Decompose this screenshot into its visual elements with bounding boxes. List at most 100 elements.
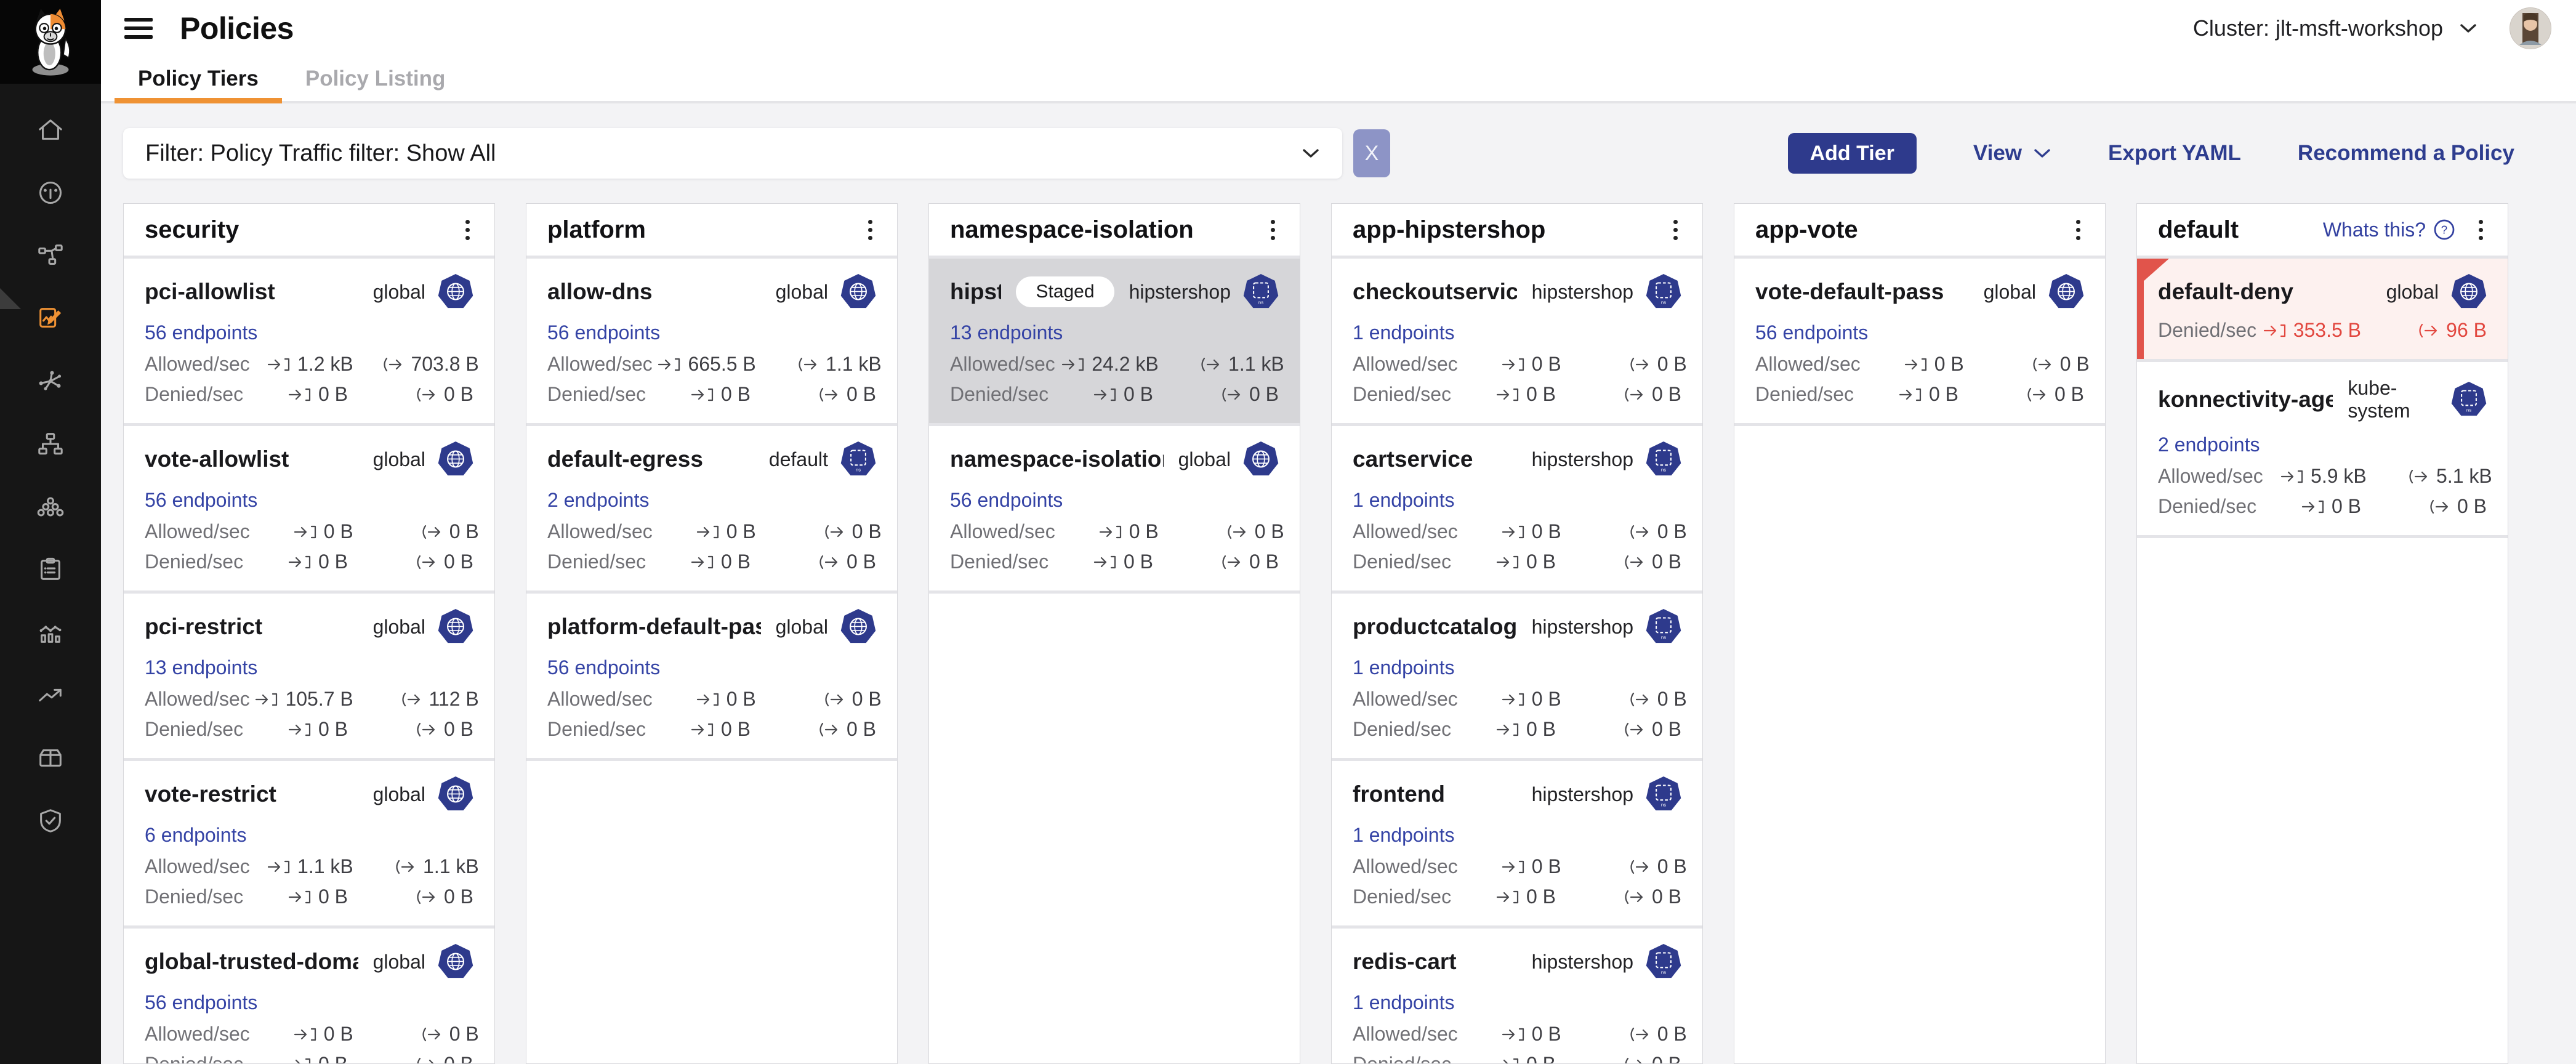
policy-card[interactable]: vote-default-pass global 56 endpoints Al… — [1734, 259, 2105, 423]
policy-card[interactable]: pci-allowlist global 56 endpoints Allowe… — [124, 259, 494, 423]
policy-scope: global — [373, 281, 425, 304]
namespace-badge-icon: ns — [1243, 273, 1279, 310]
policy-card[interactable]: vote-allowlist global 56 endpoints Allow… — [124, 426, 494, 590]
clear-filter-button[interactable]: X — [1353, 129, 1390, 177]
stat-label: Denied/sec — [2158, 319, 2256, 342]
policy-scope: global — [373, 616, 425, 639]
sidebar-item-endpoints-cluster[interactable] — [0, 493, 101, 521]
stat-in-value: 0 B — [1526, 718, 1556, 741]
egress-arrow-icon — [392, 858, 417, 876]
policy-card[interactable]: default-deny global Denied/sec 353.5 B 9… — [2137, 259, 2508, 359]
namespace-badge-icon: ns — [1646, 441, 1681, 478]
sidebar-item-policies[interactable] — [0, 304, 101, 332]
tier-menu-kebab-icon[interactable] — [862, 215, 879, 245]
policy-card[interactable]: platform-default-pass global 56 endpoint… — [526, 594, 897, 758]
tier-menu-kebab-icon[interactable] — [1667, 215, 1684, 245]
policy-card[interactable]: konnectivity-agent kube-system ns 2 endp… — [2137, 362, 2508, 535]
sidebar-item-flow-visualizations[interactable] — [0, 367, 101, 395]
policy-card[interactable]: allow-dns global 56 endpoints Allowed/se… — [526, 259, 897, 423]
sidebar-item-activity-charts[interactable] — [0, 618, 101, 647]
policy-card[interactable]: pci-restrict global 13 endpoints Allowed… — [124, 594, 494, 758]
stat-row: Allowed/sec 105.7 B 112 B — [145, 688, 473, 711]
endpoints-link[interactable]: 13 endpoints — [145, 656, 257, 679]
endpoints-link[interactable]: 1 endpoints — [1353, 656, 1454, 679]
tier-menu-kebab-icon[interactable] — [459, 215, 476, 245]
stat-in-value: 0 B — [721, 383, 751, 406]
policy-scope: global — [373, 951, 425, 973]
stat-in-value: 0 B — [318, 383, 348, 406]
stat-out-value: 0 B — [1652, 383, 1681, 406]
endpoints-link[interactable]: 56 endpoints — [547, 656, 660, 679]
tab-policy-listing[interactable]: Policy Listing — [282, 57, 469, 101]
policy-card[interactable]: hipstershop-gh… Staged hipstershop ns 13… — [929, 259, 1300, 423]
endpoints-link[interactable]: 13 endpoints — [950, 321, 1063, 344]
tier-menu-kebab-icon[interactable] — [2473, 215, 2489, 245]
endpoints-link[interactable]: 56 endpoints — [145, 991, 257, 1014]
sidebar-item-service-graph[interactable] — [0, 241, 101, 270]
endpoints-link[interactable]: 56 endpoints — [547, 321, 660, 344]
sidebar-item-home[interactable] — [0, 116, 101, 144]
cluster-label: Cluster: jlt-msft-workshop — [2193, 15, 2443, 41]
egress-arrow-icon — [2029, 356, 2054, 373]
egress-arrow-icon — [2415, 322, 2440, 339]
stat-label: Allowed/sec — [950, 520, 1055, 543]
tier-whats-this-link[interactable]: Whats this? ? — [2323, 219, 2455, 241]
view-menu-button[interactable]: View — [1973, 141, 2051, 166]
recommend-policy-button[interactable]: Recommend a Policy — [2298, 141, 2514, 166]
endpoints-link[interactable]: 56 endpoints — [950, 489, 1063, 512]
egress-stat: 0 B — [1986, 353, 2090, 376]
tier-name: namespace-isolation — [950, 216, 1194, 244]
ingress-arrow-icon — [690, 721, 715, 738]
stat-row: Denied/sec 0 B 0 B — [145, 550, 473, 573]
endpoints-link[interactable]: 56 endpoints — [1755, 321, 1868, 344]
sidebar-item-packet-capture[interactable] — [0, 744, 101, 772]
endpoints-link[interactable]: 2 endpoints — [2158, 433, 2260, 456]
tier-menu-kebab-icon[interactable] — [1265, 215, 1281, 245]
policy-card[interactable]: checkoutservice hipstershop ns 1 endpoin… — [1332, 259, 1702, 423]
policy-card[interactable]: redis-cart hipstershop ns 1 endpoints Al… — [1332, 929, 1702, 1063]
stat-in-value: 0 B — [1526, 885, 1556, 908]
stat-out-value: 0 B — [1249, 550, 1279, 573]
policy-card[interactable]: vote-restrict global 6 endpoints Allowed… — [124, 761, 494, 925]
endpoints-link[interactable]: 1 endpoints — [1353, 489, 1454, 512]
svg-text:ns: ns — [856, 467, 861, 473]
calico-cat-logo[interactable] — [0, 0, 101, 84]
endpoints-link[interactable]: 6 endpoints — [145, 824, 246, 847]
cluster-selector[interactable]: Cluster: jlt-msft-workshop — [2193, 15, 2477, 41]
stat-out-value: 703.8 B — [411, 353, 478, 376]
endpoints-link[interactable]: 1 endpoints — [1353, 321, 1454, 344]
user-avatar[interactable] — [2510, 7, 2551, 49]
egress-arrow-icon — [816, 554, 840, 571]
export-yaml-button[interactable]: Export YAML — [2108, 141, 2241, 166]
policy-card[interactable]: productcatalogservice hipstershop ns 1 e… — [1332, 594, 1702, 758]
tab-policy-tiers[interactable]: Policy Tiers — [115, 57, 282, 101]
add-tier-button[interactable]: Add Tier — [1788, 133, 1917, 174]
stat-label: Allowed/sec — [145, 855, 250, 878]
policy-card[interactable]: cartservice hipstershop ns 1 endpoints A… — [1332, 426, 1702, 590]
sidebar-item-threat-defense[interactable] — [0, 807, 101, 835]
endpoints-link[interactable]: 56 endpoints — [145, 321, 257, 344]
endpoints-link[interactable]: 1 endpoints — [1353, 824, 1454, 847]
sidebar-item-network-hierarchy[interactable] — [0, 430, 101, 458]
egress-arrow-icon — [413, 386, 438, 403]
ingress-arrow-icon — [1904, 356, 1928, 373]
egress-arrow-icon — [413, 721, 438, 738]
policy-filter-dropdown[interactable]: Filter: Policy Traffic filter: Show All — [123, 128, 1342, 179]
sidebar-item-trends[interactable] — [0, 681, 101, 709]
hamburger-menu-icon[interactable] — [124, 18, 153, 39]
egress-stat: 0 B — [778, 688, 882, 711]
endpoints-link[interactable]: 56 endpoints — [145, 489, 257, 512]
home-icon — [36, 116, 65, 144]
sidebar-item-dashboard[interactable] — [0, 179, 101, 207]
sidebar-item-compliance-reports[interactable] — [0, 555, 101, 584]
endpoints-link[interactable]: 1 endpoints — [1353, 991, 1454, 1014]
policy-card[interactable]: frontend hipstershop ns 1 endpoints Allo… — [1332, 761, 1702, 925]
namespace-badge-icon: ns — [1646, 273, 1681, 310]
policy-card[interactable]: global-trusted-domains global 56 endpoin… — [124, 929, 494, 1063]
policy-card[interactable]: default-egress default ns 2 endpoints Al… — [526, 426, 897, 590]
stat-row: Allowed/sec 0 B 0 B — [1353, 855, 1681, 878]
ingress-stat: 0 B — [1855, 383, 1958, 406]
policy-card[interactable]: namespace-isolation-default-p… global 56… — [929, 426, 1300, 590]
tier-menu-kebab-icon[interactable] — [2070, 215, 2087, 245]
endpoints-link[interactable]: 2 endpoints — [547, 489, 649, 512]
